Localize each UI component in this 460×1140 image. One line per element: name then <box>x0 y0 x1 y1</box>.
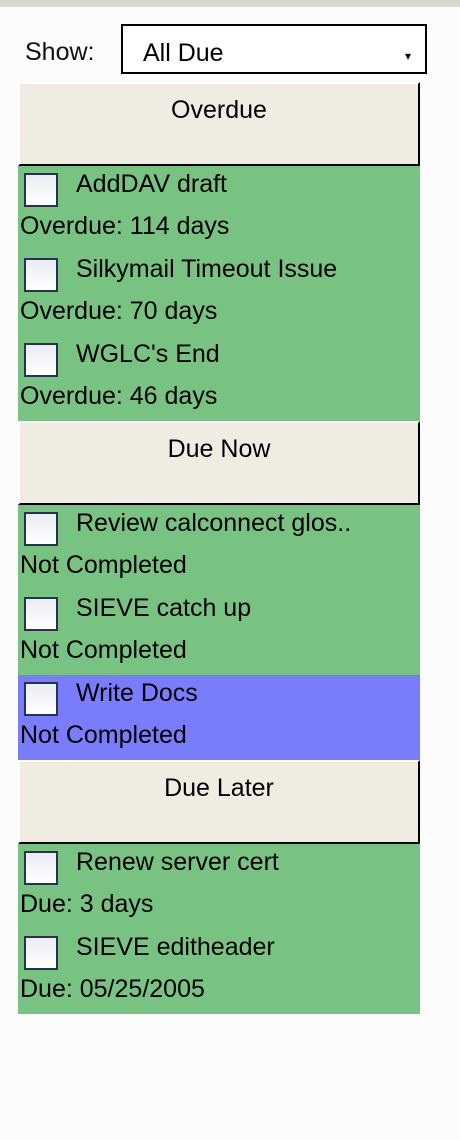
task-checkbox[interactable] <box>24 936 58 970</box>
task-checkbox[interactable] <box>24 682 58 716</box>
task-item[interactable]: Review calconnect glos.. Not Completed <box>18 505 420 590</box>
task-status: Not Completed <box>20 721 187 749</box>
show-label: Show: <box>25 38 95 66</box>
task-list: Overdue AddDAV draft Overdue: 114 days S… <box>18 82 420 1014</box>
task-status: Overdue: 114 days <box>20 212 230 240</box>
task-item[interactable]: SIEVE editheader Due: 05/25/2005 <box>18 929 420 1014</box>
task-checkbox[interactable] <box>24 173 58 207</box>
task-item[interactable]: Silkymail Timeout Issue Overdue: 70 days <box>18 251 420 336</box>
filter-toolbar: Show: All Due ▾ <box>0 8 460 82</box>
task-status: Due: 05/25/2005 <box>20 975 205 1003</box>
task-checkbox[interactable] <box>24 343 58 377</box>
task-status: Overdue: 46 days <box>20 382 218 410</box>
task-item[interactable]: Renew server cert Due: 3 days <box>18 844 420 929</box>
task-title: Write Docs <box>76 679 198 707</box>
task-title: Silkymail Timeout Issue <box>76 255 338 283</box>
dropdown-value: All Due <box>143 39 224 67</box>
task-status: Overdue: 70 days <box>20 297 218 325</box>
task-title: Review calconnect glos.. <box>76 509 352 537</box>
task-item[interactable]: WGLC's End Overdue: 46 days <box>18 336 420 421</box>
task-checkbox[interactable] <box>24 597 58 631</box>
group-header-due-now[interactable]: Due Now <box>18 421 420 505</box>
task-title: SIEVE catch up <box>76 594 252 622</box>
task-item-selected[interactable]: Write Docs Not Completed <box>18 675 420 760</box>
top-divider <box>0 0 460 7</box>
group-header-overdue[interactable]: Overdue <box>18 82 420 166</box>
task-item[interactable]: SIEVE catch up Not Completed <box>18 590 420 675</box>
task-status: Not Completed <box>20 551 187 579</box>
task-checkbox[interactable] <box>24 512 58 546</box>
group-header-due-later[interactable]: Due Later <box>18 760 420 844</box>
show-filter-dropdown[interactable]: All Due ▾ <box>121 24 427 74</box>
task-title: SIEVE editheader <box>76 933 275 961</box>
task-checkbox[interactable] <box>24 258 58 292</box>
task-title: AddDAV draft <box>76 170 228 198</box>
task-title: WGLC's End <box>76 340 220 368</box>
task-checkbox[interactable] <box>24 851 58 885</box>
chevron-down-icon[interactable]: ▾ <box>405 50 411 62</box>
task-status: Not Completed <box>20 636 187 664</box>
task-title: Renew server cert <box>76 848 279 876</box>
task-item[interactable]: AddDAV draft Overdue: 114 days <box>18 166 420 251</box>
task-status: Due: 3 days <box>20 890 154 918</box>
